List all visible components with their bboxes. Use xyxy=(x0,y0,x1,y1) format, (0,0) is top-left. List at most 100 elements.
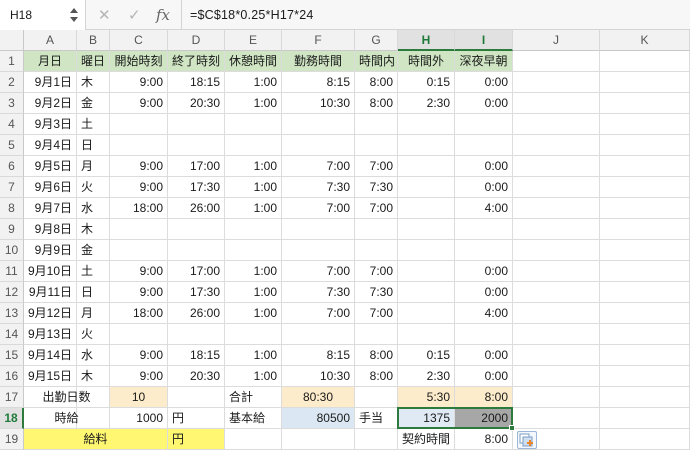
data-cell[interactable] xyxy=(168,135,225,156)
grid-cell[interactable] xyxy=(600,51,690,72)
grid-cell[interactable] xyxy=(600,429,690,450)
column-header-C[interactable]: C xyxy=(110,30,168,51)
column-header-H[interactable]: H xyxy=(398,30,455,51)
grid-cell[interactable] xyxy=(513,114,600,135)
data-cell[interactable] xyxy=(455,219,513,240)
data-cell[interactable]: 7:00 xyxy=(282,156,355,177)
data-cell[interactable]: 8:00 xyxy=(355,345,398,366)
grid-cell[interactable] xyxy=(600,366,690,387)
data-cell[interactable]: 9月5日 xyxy=(24,156,77,177)
data-cell[interactable]: 7:30 xyxy=(282,177,355,198)
data-cell[interactable]: 日 xyxy=(77,135,110,156)
data-cell[interactable]: 月 xyxy=(77,156,110,177)
header-cell[interactable]: 時間内 xyxy=(355,51,398,72)
data-cell[interactable]: 18:00 xyxy=(110,198,168,219)
name-box[interactable]: H18 xyxy=(0,0,86,30)
row-header-9[interactable]: 9 xyxy=(0,219,24,240)
data-cell[interactable] xyxy=(168,240,225,261)
data-cell[interactable]: 0:00 xyxy=(455,156,513,177)
column-header-K[interactable]: K xyxy=(600,30,690,51)
column-header-D[interactable]: D xyxy=(168,30,225,51)
fill-handle[interactable] xyxy=(509,425,515,431)
data-cell[interactable] xyxy=(225,240,282,261)
row-header-12[interactable]: 12 xyxy=(0,282,24,303)
grid-cell[interactable] xyxy=(600,156,690,177)
data-cell[interactable]: 9月4日 xyxy=(24,135,77,156)
row-header-13[interactable]: 13 xyxy=(0,303,24,324)
data-cell[interactable]: 9月11日 xyxy=(24,282,77,303)
data-cell[interactable] xyxy=(398,177,455,198)
column-header-I[interactable]: I xyxy=(455,30,513,51)
data-cell[interactable]: 9月1日 xyxy=(24,72,77,93)
data-cell[interactable]: 9月14日 xyxy=(24,345,77,366)
grid-cell[interactable] xyxy=(600,219,690,240)
header-cell[interactable]: 開始時刻 xyxy=(110,51,168,72)
night-total[interactable]: 8:00 xyxy=(455,387,513,408)
data-cell[interactable]: 0:00 xyxy=(455,345,513,366)
overtime-pay[interactable]: 1375 xyxy=(398,408,455,429)
data-cell[interactable]: 木 xyxy=(77,72,110,93)
formula-input[interactable]: =$C$18*0.25*H17*24 xyxy=(190,8,314,22)
data-cell[interactable]: 0:00 xyxy=(455,72,513,93)
data-cell[interactable]: 18:15 xyxy=(168,345,225,366)
salary-yen-unit[interactable]: 円 xyxy=(168,429,225,450)
data-cell[interactable] xyxy=(110,324,168,345)
grid-cell[interactable] xyxy=(513,324,600,345)
data-cell[interactable]: 0:00 xyxy=(455,282,513,303)
data-cell[interactable] xyxy=(168,219,225,240)
data-cell[interactable] xyxy=(110,135,168,156)
data-cell[interactable]: 9月2日 xyxy=(24,93,77,114)
data-cell[interactable] xyxy=(455,135,513,156)
work-total[interactable]: 80:30 xyxy=(282,387,355,408)
data-cell[interactable] xyxy=(355,240,398,261)
grid-cell[interactable] xyxy=(513,240,600,261)
data-cell[interactable]: 火 xyxy=(77,177,110,198)
data-cell[interactable]: 9月6日 xyxy=(24,177,77,198)
data-cell[interactable]: 0:00 xyxy=(455,93,513,114)
data-cell[interactable]: 9:00 xyxy=(110,366,168,387)
grid-cell[interactable] xyxy=(600,93,690,114)
data-cell[interactable]: 1:00 xyxy=(225,261,282,282)
row-header-4[interactable]: 4 xyxy=(0,114,24,135)
data-cell[interactable]: 9:00 xyxy=(110,93,168,114)
grid-cell[interactable] xyxy=(600,324,690,345)
grid-cell[interactable] xyxy=(600,345,690,366)
header-cell[interactable]: 時間外 xyxy=(398,51,455,72)
row-header-18[interactable]: 18 xyxy=(0,408,24,429)
data-cell[interactable] xyxy=(455,240,513,261)
data-cell[interactable]: 月 xyxy=(77,303,110,324)
data-cell[interactable]: 8:00 xyxy=(355,72,398,93)
quick-analysis-icon[interactable] xyxy=(517,431,537,449)
data-cell[interactable]: 日 xyxy=(77,282,110,303)
data-cell[interactable] xyxy=(225,324,282,345)
contract-hours-label[interactable]: 契約時間 xyxy=(398,429,455,450)
data-cell[interactable] xyxy=(398,135,455,156)
data-cell[interactable]: 1:00 xyxy=(225,198,282,219)
grid-cell[interactable] xyxy=(513,135,600,156)
data-cell[interactable] xyxy=(282,240,355,261)
data-cell[interactable]: 土 xyxy=(77,261,110,282)
data-cell[interactable] xyxy=(110,114,168,135)
data-cell[interactable] xyxy=(455,114,513,135)
data-cell[interactable] xyxy=(398,114,455,135)
grid-cell[interactable] xyxy=(513,198,600,219)
data-cell[interactable]: 26:00 xyxy=(168,198,225,219)
select-all-corner[interactable] xyxy=(0,30,24,51)
data-cell[interactable] xyxy=(110,240,168,261)
fx-icon[interactable]: fx xyxy=(156,6,170,24)
row-header-6[interactable]: 6 xyxy=(0,156,24,177)
data-cell[interactable]: 1:00 xyxy=(225,345,282,366)
data-cell[interactable] xyxy=(355,135,398,156)
data-cell[interactable]: 0:15 xyxy=(398,72,455,93)
data-cell[interactable]: 7:00 xyxy=(355,198,398,219)
data-cell[interactable]: 17:00 xyxy=(168,261,225,282)
base-pay-label[interactable]: 基本給 xyxy=(225,408,282,429)
row-header-19[interactable]: 19 xyxy=(0,429,24,450)
data-cell[interactable]: 水 xyxy=(77,345,110,366)
data-cell[interactable]: 26:00 xyxy=(168,303,225,324)
grid-cell[interactable] xyxy=(513,366,600,387)
header-cell[interactable]: 勤務時間 xyxy=(282,51,355,72)
grid-cell[interactable] xyxy=(513,156,600,177)
data-cell[interactable] xyxy=(398,198,455,219)
attendance-days[interactable]: 10 xyxy=(110,387,168,408)
